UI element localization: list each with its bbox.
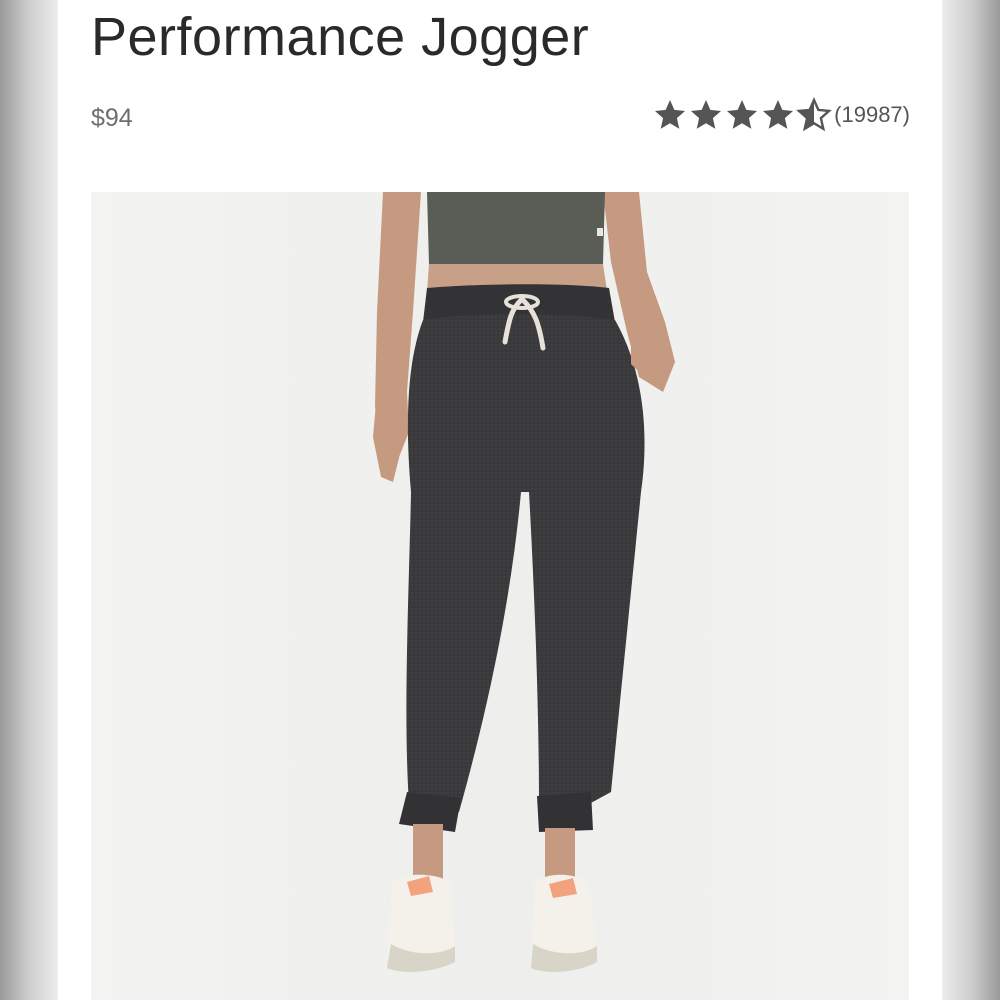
star-half-icon bbox=[796, 97, 833, 132]
jogger-photo-illustration bbox=[91, 192, 909, 1000]
star-full-icon bbox=[655, 100, 686, 129]
product-card: Performance Jogger $94 (19987) bbox=[58, 0, 942, 1000]
star-full-icon bbox=[691, 100, 722, 129]
star-rating bbox=[652, 97, 833, 133]
review-count[interactable]: (19987) bbox=[834, 102, 910, 128]
star-full-icon bbox=[727, 100, 758, 129]
product-title: Performance Jogger bbox=[91, 7, 590, 67]
page: Performance Jogger $94 (19987) bbox=[0, 0, 1000, 1000]
star-full-icon bbox=[763, 100, 794, 129]
product-price: $94 bbox=[91, 104, 133, 132]
rating-summary[interactable]: (19987) bbox=[652, 97, 910, 133]
product-image[interactable] bbox=[91, 192, 909, 1000]
